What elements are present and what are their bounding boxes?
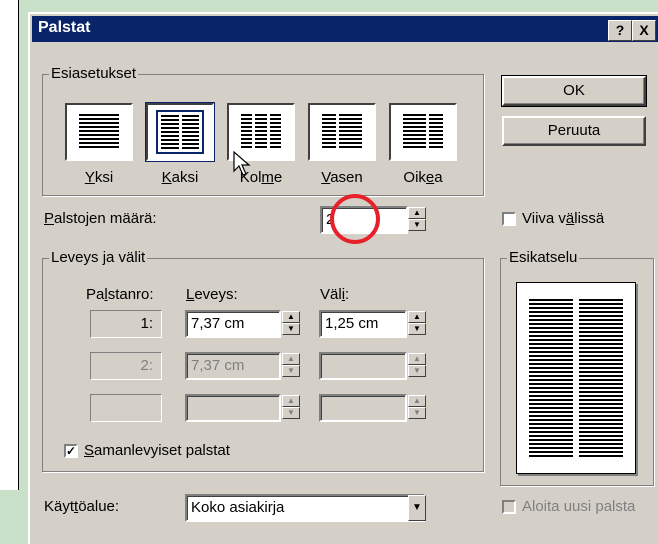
column-number-header: Palstanro: [86, 286, 154, 303]
preset-right[interactable] [389, 103, 457, 161]
preset-label-two: Kaksi [161, 169, 199, 186]
spacing-input-3[interactable] [319, 394, 407, 422]
width-input-3[interactable] [185, 394, 281, 422]
spin-up-icon[interactable]: ▲ [282, 395, 300, 407]
spacing-spinner-2[interactable]: ▲ ▼ [408, 353, 426, 379]
new-column-label: Aloita uusi palsta [522, 498, 636, 515]
presets-group: Esiasetukset Yksi Kaksi Kolme Vasen Oike… [42, 65, 484, 196]
line-between-label: Viiva välissä [522, 210, 605, 227]
preset-two-columns[interactable] [145, 102, 215, 162]
background-document-strip [0, 0, 19, 490]
help-button[interactable]: ? [608, 20, 632, 41]
column-count-input[interactable]: 2 [320, 206, 408, 234]
chevron-down-icon[interactable]: ▼ [408, 495, 426, 521]
equal-width-label: Samanlevyiset palstat [84, 442, 230, 459]
spin-up-icon[interactable]: ▲ [282, 311, 300, 323]
apply-to-select[interactable]: Koko asiakirja [185, 494, 425, 522]
preview-group-label: Esikatselu [507, 249, 580, 266]
width-input-1[interactable]: 7,37 cm [185, 310, 281, 338]
spin-down-icon[interactable]: ▼ [282, 365, 300, 377]
apply-to-label: Käyttöalue: [44, 498, 120, 515]
apply-to-dropdown-button[interactable]: ▼ [408, 495, 426, 521]
title-bar: Palstat ? X [32, 16, 658, 42]
column-count-label: Palstojen määrä: [44, 210, 157, 227]
one-column-icon [79, 114, 119, 150]
new-column-checkbox[interactable] [502, 500, 516, 514]
preset-label-right: Oikea [403, 169, 443, 186]
spin-up-icon[interactable]: ▲ [408, 395, 426, 407]
preview-page [516, 282, 636, 474]
two-columns-icon [156, 110, 204, 154]
width-spinner-2[interactable]: ▲ ▼ [282, 353, 300, 379]
dialog-title: Palstat [38, 19, 91, 36]
spin-down-icon[interactable]: ▼ [282, 323, 300, 335]
column-number-3 [90, 394, 162, 422]
mouse-pointer-icon [233, 151, 251, 176]
line-between-checkbox[interactable] [502, 212, 516, 226]
spacing-header: Väli: [320, 286, 350, 303]
cancel-button[interactable]: Peruuta [502, 116, 646, 146]
two-column-preview-icon [529, 299, 623, 457]
columns-dialog: Palstat ? X Esiasetukset Yksi Kaksi Kolm… [28, 12, 658, 544]
column-number-1: 1: [90, 310, 162, 338]
presets-group-label: Esiasetukset [49, 65, 139, 82]
spacing-input-1[interactable]: 1,25 cm [319, 310, 407, 338]
spin-down-icon[interactable]: ▼ [408, 407, 426, 419]
spacing-spinner-1[interactable]: ▲ ▼ [408, 311, 426, 337]
preset-left[interactable] [308, 103, 376, 161]
spacing-input-2[interactable] [319, 352, 407, 380]
preset-one-column[interactable] [65, 103, 133, 161]
spin-down-icon[interactable]: ▼ [408, 219, 426, 231]
three-columns-icon [241, 114, 281, 150]
column-number-2: 2: [90, 352, 162, 380]
spin-down-icon[interactable]: ▼ [408, 323, 426, 335]
ok-button[interactable]: OK [501, 75, 647, 107]
spin-down-icon[interactable]: ▼ [282, 407, 300, 419]
close-button[interactable]: X [632, 20, 656, 41]
width-spinner-3[interactable]: ▲ ▼ [282, 395, 300, 421]
right-columns-icon [403, 114, 443, 150]
column-count-spinner[interactable]: ▲ ▼ [408, 207, 426, 233]
spacing-spinner-3[interactable]: ▲ ▼ [408, 395, 426, 421]
left-columns-icon [322, 114, 362, 150]
width-spinner-1[interactable]: ▲ ▼ [282, 311, 300, 337]
spin-up-icon[interactable]: ▲ [408, 207, 426, 219]
spin-up-icon[interactable]: ▲ [408, 353, 426, 365]
spin-down-icon[interactable]: ▼ [408, 365, 426, 377]
width-spacing-group-label: Leveys ja välit [49, 249, 148, 266]
preset-label-one: Yksi [84, 169, 114, 186]
spin-up-icon[interactable]: ▲ [282, 353, 300, 365]
equal-width-checkbox[interactable]: ✓ [64, 444, 78, 458]
preset-label-left: Vasen [321, 169, 363, 186]
spin-up-icon[interactable]: ▲ [408, 311, 426, 323]
width-header: Leveys: [186, 286, 238, 303]
width-input-2[interactable]: 7,37 cm [185, 352, 281, 380]
